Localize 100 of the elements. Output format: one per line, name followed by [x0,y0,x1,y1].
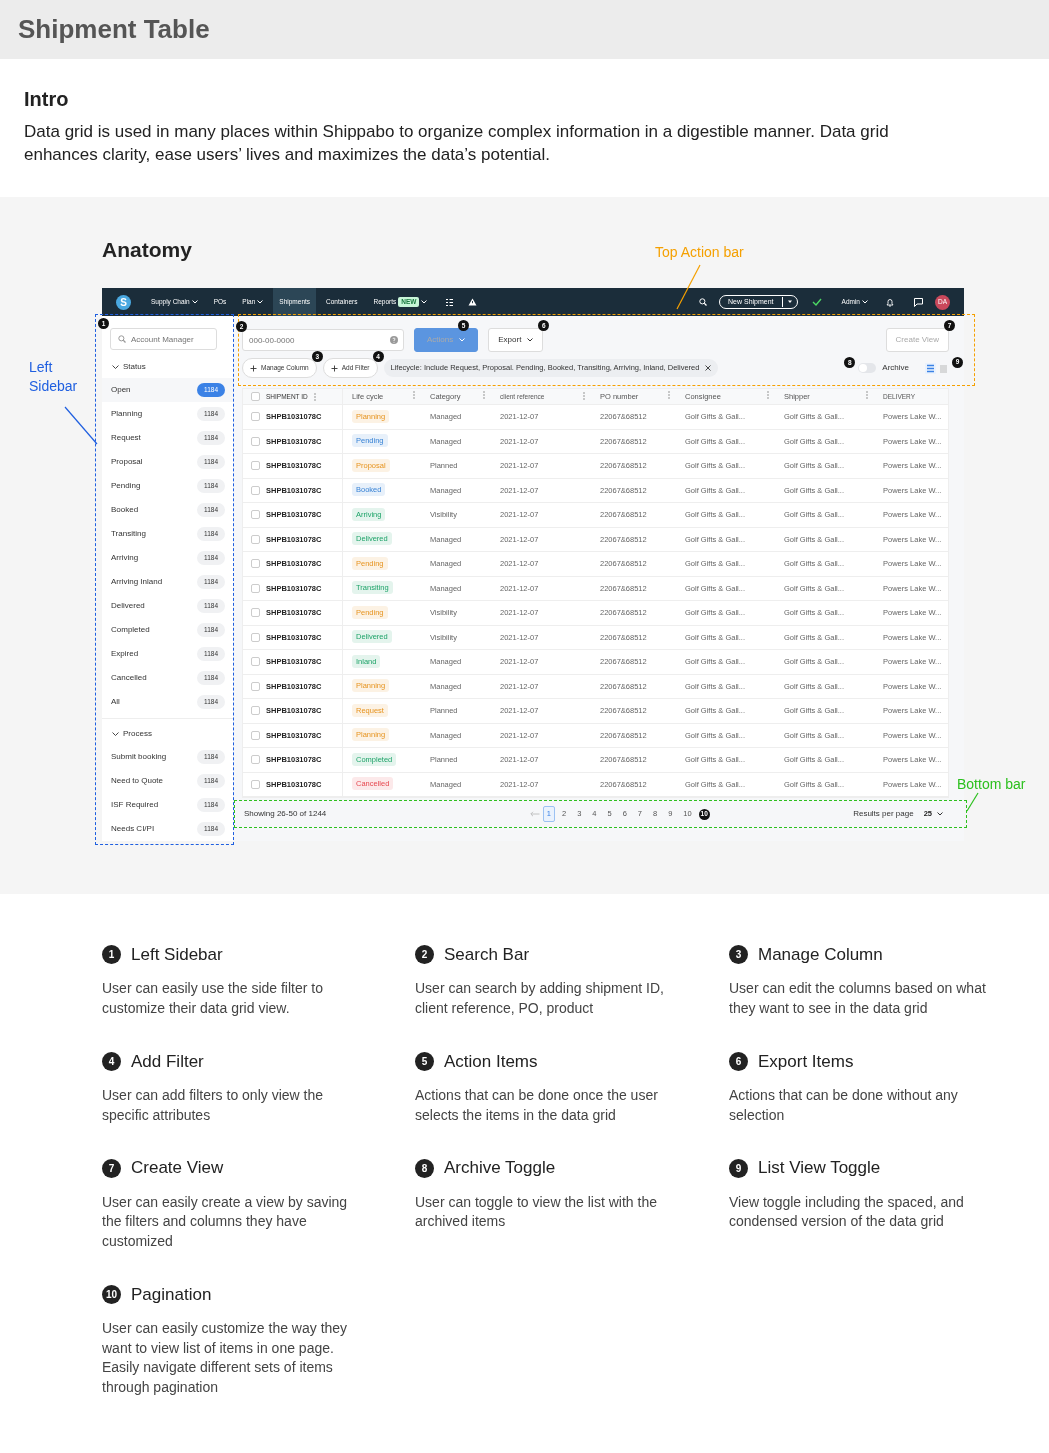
checkbox[interactable] [251,730,260,740]
number-marker: 1 [102,945,121,965]
item-label: ISF Required [111,799,159,812]
number-marker: 2 [415,945,434,965]
close-icon[interactable] [705,365,712,372]
per-page-label: Results per page [853,808,914,821]
item-label: Needs CI/PI [111,823,155,836]
search-field[interactable]: 000-00-0000 [242,329,404,352]
note-title: Archive Toggle [444,1157,556,1180]
number-marker: 4 [102,1051,121,1071]
item-label: Proposal [111,456,143,469]
bell-icon[interactable] [886,297,894,307]
note-title: Export Items [758,1050,854,1073]
checkbox[interactable] [251,485,260,495]
chevron-down-icon[interactable] [112,732,119,737]
page-title: Shipment Table [18,14,211,46]
note-text: User can toggle to view the list with the archived items [415,1192,658,1232]
chevron-down-icon [862,300,868,305]
leader-line [65,406,97,444]
note-title: Action Items [444,1050,538,1073]
more-icon[interactable] [313,392,316,401]
note-title: Left Sidebar [131,943,223,966]
item-label: Arriving [111,552,139,565]
note-title: Manage Column [758,943,883,966]
note-title: Create View [131,1157,224,1180]
chevron-down-icon[interactable] [112,365,119,370]
item-label: Transiting [111,528,146,541]
item-label: Submit booking [111,751,167,764]
chevron-down-icon [937,812,943,817]
checkbox[interactable] [251,779,260,789]
note-text: User can easily customize the way they want to view list of items in one page. Easily navigate different sets of items through pagination [102,1319,349,1397]
note-text: User can search by adding shipment ID, client reference, PO, product [415,979,665,1018]
checkbox[interactable] [251,755,260,765]
checkbox[interactable] [251,706,260,716]
chevron-down-icon [527,338,534,343]
note-title: Add Filter [131,1050,204,1073]
callout-label: Left Sidebar [29,357,79,396]
item-label: Open [111,384,131,397]
checkbox[interactable] [251,461,260,471]
search-icon [118,335,126,344]
number-marker: 9 [729,1158,748,1178]
item-label: Expired [111,648,139,661]
chat-icon[interactable] [914,297,923,307]
plus-icon [330,364,338,372]
note-title: Search Bar [444,943,530,966]
item-label: Planning [111,408,143,421]
list-icon[interactable] [445,297,455,307]
number-marker: 3 [729,945,748,965]
section-heading: Intro [24,87,70,111]
checkbox[interactable] [251,608,260,618]
checkbox[interactable] [251,392,260,402]
checkbox[interactable] [251,436,260,446]
warning-icon[interactable] [468,298,478,307]
checkbox[interactable] [251,412,260,422]
leader-line [677,264,700,309]
search-field[interactable]: Account Manager [110,328,217,351]
note-title: Pagination [131,1283,212,1306]
archive-toggle[interactable] [858,363,877,374]
checkbox[interactable] [251,583,260,593]
number-marker: 10 [102,1284,121,1304]
view-toggle[interactable] [925,362,936,374]
toggle-label: Archive [882,362,909,375]
arrow-left-icon[interactable] [529,811,540,818]
item-label: Completed [111,624,150,637]
search-icon [699,298,708,307]
intro-paragraph: Data grid is used in many places within Shippabo to organize complex information in a digestible manner. Data grid enhances clarity, ease users’ lives and maximizes the data’s potential. [24,121,890,166]
number-marker: 7 [102,1158,121,1178]
item-label: Pending [111,480,141,493]
chevron-down-icon [459,338,466,343]
section-heading: Anatomy [102,236,192,263]
export-button[interactable]: Export [488,328,544,353]
note-text: User can easily use the side filter to customize their data grid view. [102,979,324,1018]
note-text: Actions that can be done without any selection [729,1086,959,1125]
check-icon [811,298,822,307]
results-summary: Showing 26-50 of 1244 [244,808,327,821]
item-label: Request [111,432,141,445]
note-text: Actions that can be done once the user selects the items in the data grid [415,1086,659,1125]
help-icon [390,336,398,345]
checkbox[interactable] [251,681,260,691]
item-label: Need to Quote [111,775,164,788]
list-icon [926,363,935,373]
checkbox[interactable] [251,632,260,642]
number-marker: 6 [729,1051,748,1071]
checkbox[interactable] [251,510,260,520]
checkbox[interactable] [251,559,260,569]
note-text: User can easily create a view by saving the filters and columns they have customized [102,1192,349,1251]
item-label: All [111,696,120,709]
note-text: User can edit the columns based on what they want to see in the data grid [729,979,987,1018]
checkbox[interactable] [251,657,260,667]
group-heading: Status [123,361,146,374]
number-marker: 5 [415,1051,434,1071]
logo: S [116,294,131,310]
checkbox[interactable] [251,534,260,544]
plus-icon [250,364,257,372]
group-heading: Process [123,728,152,741]
callout-label: Top Action bar [655,242,744,262]
note-text: User can add filters to only view the specific attributes [102,1086,324,1125]
item-label: Booked [111,504,139,517]
item-label: Cancelled [111,672,147,685]
item-label: Arriving Inland [111,576,163,589]
